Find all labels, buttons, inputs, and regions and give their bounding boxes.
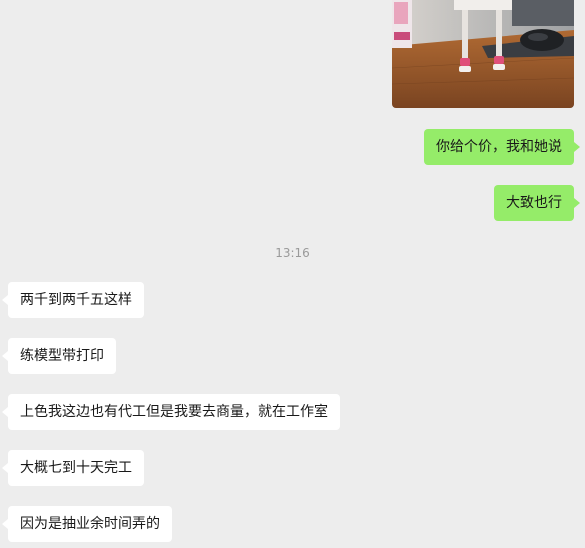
photo-thumbnail-image	[392, 0, 574, 108]
outgoing-message[interactable]: 大致也行	[494, 185, 580, 221]
outgoing-message[interactable]: 你给个价，我和她说	[424, 129, 580, 165]
incoming-message[interactable]: 上色我这边也有代工但是我要去商量，就在工作室	[2, 394, 340, 430]
chat-message-area[interactable]: 你给个价，我和她说 大致也行 13:16 两千到两千五这样 练模型带打印 上色我…	[0, 0, 585, 548]
message-timestamp: 13:16	[275, 246, 310, 260]
incoming-message[interactable]: 两千到两千五这样	[2, 282, 144, 318]
incoming-message[interactable]: 练模型带打印	[2, 338, 116, 374]
incoming-message[interactable]: 大概七到十天完工	[2, 450, 144, 486]
incoming-message[interactable]: 因为是抽业余时间弄的	[2, 506, 172, 542]
photo-message[interactable]	[392, 0, 574, 108]
